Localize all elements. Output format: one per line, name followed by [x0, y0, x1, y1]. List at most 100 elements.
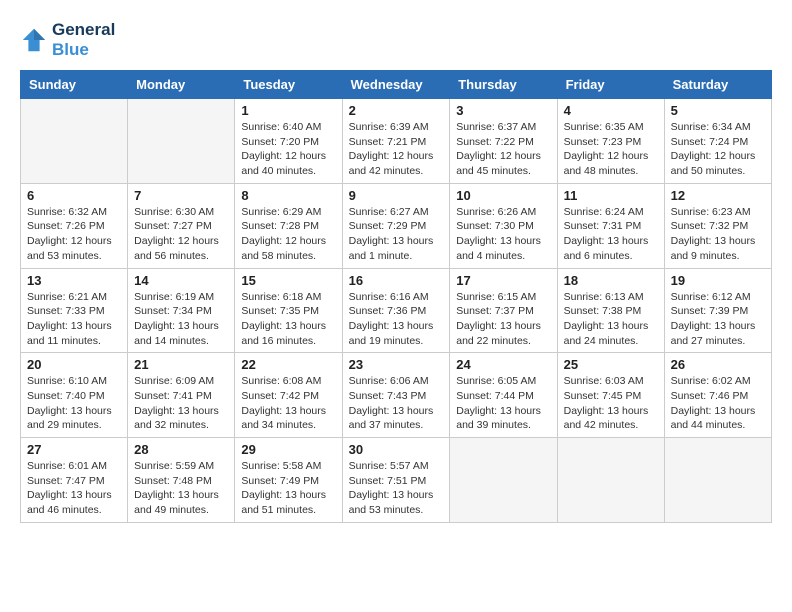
calendar-cell: 14 Sunrise: 6:19 AM Sunset: 7:34 PM Dayli… [128, 268, 235, 353]
day-info: Sunrise: 6:03 AM Sunset: 7:45 PM Dayligh… [564, 374, 658, 433]
day-number: 13 [27, 273, 121, 288]
day-info: Sunrise: 6:15 AM Sunset: 7:37 PM Dayligh… [456, 290, 550, 349]
calendar-cell: 3 Sunrise: 6:37 AM Sunset: 7:22 PM Daylig… [450, 99, 557, 184]
day-number: 1 [241, 103, 335, 118]
day-number: 27 [27, 442, 121, 457]
calendar-cell: 1 Sunrise: 6:40 AM Sunset: 7:20 PM Daylig… [235, 99, 342, 184]
calendar-cell: 18 Sunrise: 6:13 AM Sunset: 7:38 PM Dayli… [557, 268, 664, 353]
calendar-week-row: 20 Sunrise: 6:10 AM Sunset: 7:40 PM Dayli… [21, 353, 772, 438]
day-number: 24 [456, 357, 550, 372]
day-info: Sunrise: 6:32 AM Sunset: 7:26 PM Dayligh… [27, 205, 121, 264]
calendar-cell: 29 Sunrise: 5:58 AM Sunset: 7:49 PM Dayli… [235, 438, 342, 523]
day-number: 8 [241, 188, 335, 203]
calendar-cell: 12 Sunrise: 6:23 AM Sunset: 7:32 PM Dayli… [664, 183, 771, 268]
day-info: Sunrise: 6:06 AM Sunset: 7:43 PM Dayligh… [349, 374, 444, 433]
day-number: 25 [564, 357, 658, 372]
logo-icon [20, 26, 48, 54]
day-number: 9 [349, 188, 444, 203]
calendar-week-row: 6 Sunrise: 6:32 AM Sunset: 7:26 PM Daylig… [21, 183, 772, 268]
day-number: 18 [564, 273, 658, 288]
calendar-cell: 4 Sunrise: 6:35 AM Sunset: 7:23 PM Daylig… [557, 99, 664, 184]
day-info: Sunrise: 6:08 AM Sunset: 7:42 PM Dayligh… [241, 374, 335, 433]
day-info: Sunrise: 6:12 AM Sunset: 7:39 PM Dayligh… [671, 290, 765, 349]
day-info: Sunrise: 6:01 AM Sunset: 7:47 PM Dayligh… [27, 459, 121, 518]
day-number: 26 [671, 357, 765, 372]
day-number: 11 [564, 188, 658, 203]
day-number: 5 [671, 103, 765, 118]
day-number: 6 [27, 188, 121, 203]
day-info: Sunrise: 6:18 AM Sunset: 7:35 PM Dayligh… [241, 290, 335, 349]
day-info: Sunrise: 6:16 AM Sunset: 7:36 PM Dayligh… [349, 290, 444, 349]
calendar-cell: 16 Sunrise: 6:16 AM Sunset: 7:36 PM Dayli… [342, 268, 450, 353]
calendar-cell [128, 99, 235, 184]
calendar-cell: 9 Sunrise: 6:27 AM Sunset: 7:29 PM Daylig… [342, 183, 450, 268]
calendar-week-row: 27 Sunrise: 6:01 AM Sunset: 7:47 PM Dayli… [21, 438, 772, 523]
calendar-cell: 13 Sunrise: 6:21 AM Sunset: 7:33 PM Dayli… [21, 268, 128, 353]
calendar-cell: 27 Sunrise: 6:01 AM Sunset: 7:47 PM Dayli… [21, 438, 128, 523]
day-number: 14 [134, 273, 228, 288]
logo-text: General Blue [52, 20, 115, 60]
calendar-cell: 22Sunrise: 6:08 AM Sunset: 7:42 PM Dayli… [235, 353, 342, 438]
day-number: 15 [241, 273, 335, 288]
logo: General Blue [20, 20, 115, 60]
day-number: 29 [241, 442, 335, 457]
day-info: Sunrise: 6:37 AM Sunset: 7:22 PM Dayligh… [456, 120, 550, 179]
calendar-cell: 17 Sunrise: 6:15 AM Sunset: 7:37 PM Dayli… [450, 268, 557, 353]
calendar-cell: 21 Sunrise: 6:09 AM Sunset: 7:41 PM Dayli… [128, 353, 235, 438]
day-number: 12 [671, 188, 765, 203]
day-number: 17 [456, 273, 550, 288]
day-info: Sunrise: 6:39 AM Sunset: 7:21 PM Dayligh… [349, 120, 444, 179]
day-number: 4 [564, 103, 658, 118]
calendar-cell: 24 Sunrise: 6:05 AM Sunset: 7:44 PM Dayli… [450, 353, 557, 438]
calendar-cell: 30 Sunrise: 5:57 AM Sunset: 7:51 PM Dayli… [342, 438, 450, 523]
weekday-header: Tuesday [235, 71, 342, 99]
calendar-cell: 7 Sunrise: 6:30 AM Sunset: 7:27 PM Daylig… [128, 183, 235, 268]
day-number: 16 [349, 273, 444, 288]
calendar-table: SundayMondayTuesdayWednesdayThursdayFrid… [20, 70, 772, 523]
day-info: Sunrise: 6:27 AM Sunset: 7:29 PM Dayligh… [349, 205, 444, 264]
weekday-header: Wednesday [342, 71, 450, 99]
calendar-cell [21, 99, 128, 184]
calendar-cell: 8 Sunrise: 6:29 AM Sunset: 7:28 PM Daylig… [235, 183, 342, 268]
calendar-cell: 5 Sunrise: 6:34 AM Sunset: 7:24 PM Daylig… [664, 99, 771, 184]
day-info: Sunrise: 6:34 AM Sunset: 7:24 PM Dayligh… [671, 120, 765, 179]
day-number: 3 [456, 103, 550, 118]
calendar-week-row: 1 Sunrise: 6:40 AM Sunset: 7:20 PM Daylig… [21, 99, 772, 184]
day-number: 2 [349, 103, 444, 118]
calendar-cell: 25 Sunrise: 6:03 AM Sunset: 7:45 PM Dayli… [557, 353, 664, 438]
day-number: 28 [134, 442, 228, 457]
day-info: Sunrise: 6:30 AM Sunset: 7:27 PM Dayligh… [134, 205, 228, 264]
calendar-cell: 10Sunrise: 6:26 AM Sunset: 7:30 PM Dayli… [450, 183, 557, 268]
day-info: Sunrise: 6:19 AM Sunset: 7:34 PM Dayligh… [134, 290, 228, 349]
day-number: 30 [349, 442, 444, 457]
calendar-header-row: SundayMondayTuesdayWednesdayThursdayFrid… [21, 71, 772, 99]
calendar-cell: 26Sunrise: 6:02 AM Sunset: 7:46 PM Dayli… [664, 353, 771, 438]
weekday-header: Monday [128, 71, 235, 99]
page-header: General Blue [20, 20, 772, 60]
day-number: 23 [349, 357, 444, 372]
day-number: 21 [134, 357, 228, 372]
day-info: Sunrise: 6:24 AM Sunset: 7:31 PM Dayligh… [564, 205, 658, 264]
day-info: Sunrise: 5:59 AM Sunset: 7:48 PM Dayligh… [134, 459, 228, 518]
day-info: Sunrise: 6:10 AM Sunset: 7:40 PM Dayligh… [27, 374, 121, 433]
day-info: Sunrise: 5:58 AM Sunset: 7:49 PM Dayligh… [241, 459, 335, 518]
calendar-cell: 23 Sunrise: 6:06 AM Sunset: 7:43 PM Dayli… [342, 353, 450, 438]
day-info: Sunrise: 6:35 AM Sunset: 7:23 PM Dayligh… [564, 120, 658, 179]
weekday-header: Sunday [21, 71, 128, 99]
day-info: Sunrise: 6:21 AM Sunset: 7:33 PM Dayligh… [27, 290, 121, 349]
day-number: 19 [671, 273, 765, 288]
calendar-cell: 2 Sunrise: 6:39 AM Sunset: 7:21 PM Daylig… [342, 99, 450, 184]
day-info: Sunrise: 6:09 AM Sunset: 7:41 PM Dayligh… [134, 374, 228, 433]
day-info: Sunrise: 6:29 AM Sunset: 7:28 PM Dayligh… [241, 205, 335, 264]
weekday-header: Friday [557, 71, 664, 99]
day-number: 20 [27, 357, 121, 372]
day-info: Sunrise: 5:57 AM Sunset: 7:51 PM Dayligh… [349, 459, 444, 518]
day-info: Sunrise: 6:13 AM Sunset: 7:38 PM Dayligh… [564, 290, 658, 349]
day-info: Sunrise: 6:23 AM Sunset: 7:32 PM Dayligh… [671, 205, 765, 264]
day-number: 7 [134, 188, 228, 203]
calendar-cell: 11 Sunrise: 6:24 AM Sunset: 7:31 PM Dayli… [557, 183, 664, 268]
day-info: Sunrise: 6:05 AM Sunset: 7:44 PM Dayligh… [456, 374, 550, 433]
calendar-week-row: 13 Sunrise: 6:21 AM Sunset: 7:33 PM Dayli… [21, 268, 772, 353]
calendar-cell: 15 Sunrise: 6:18 AM Sunset: 7:35 PM Dayli… [235, 268, 342, 353]
day-info: Sunrise: 6:40 AM Sunset: 7:20 PM Dayligh… [241, 120, 335, 179]
